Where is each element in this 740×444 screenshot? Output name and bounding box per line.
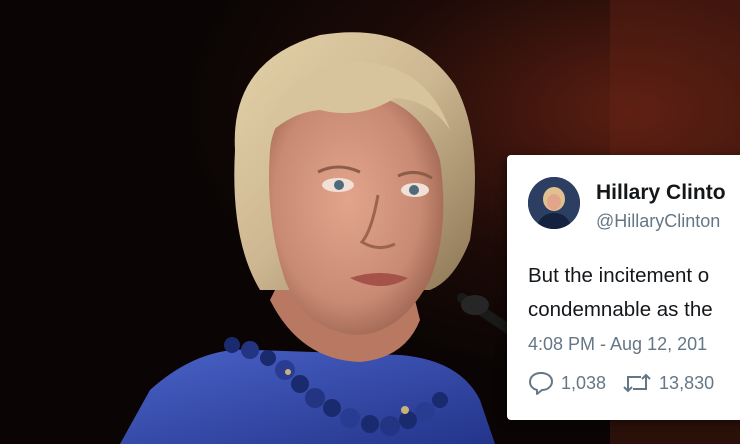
author-handle[interactable]: @HillaryClinton xyxy=(596,211,720,232)
tweet-actions: 1,038 13,830 xyxy=(528,371,730,395)
reply-icon xyxy=(529,372,553,395)
author-avatar[interactable] xyxy=(528,177,580,229)
face xyxy=(269,90,444,335)
tweet-text-line: But the incitement o xyxy=(528,264,710,287)
reply-count: 1,038 xyxy=(561,372,607,393)
reply-action[interactable]: 1,038 xyxy=(528,371,606,395)
tweet-text: But the incitement o condemnable as the xyxy=(528,259,713,327)
tweet-text-line: condemnable as the xyxy=(528,298,713,321)
retweet-count: 13,830 xyxy=(659,372,715,393)
tweet-timestamp[interactable]: 4:08 PM - Aug 12, 201 xyxy=(528,334,707,355)
retweet-action[interactable]: 13,830 xyxy=(622,371,714,395)
avatar-portrait-icon xyxy=(528,177,580,229)
author-name[interactable]: Hillary Clinto xyxy=(596,181,726,205)
tweet-card: Hillary Clinto @HillaryClinton But the i… xyxy=(507,155,740,420)
image-scene: Hillary Clinto @HillaryClinton But the i… xyxy=(0,0,740,444)
retweet-icon xyxy=(623,373,651,393)
